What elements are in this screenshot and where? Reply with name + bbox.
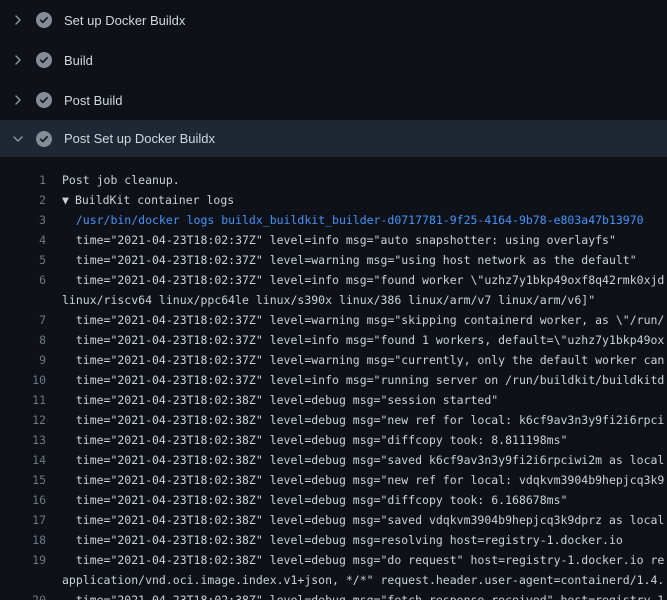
chevron-right-icon[interactable] [10,12,26,28]
steps-list: Set up Docker Buildx Build Post Build Po… [0,0,667,157]
log-line-number: 10 [0,370,46,390]
log-line: 15 time="2021-04-23T18:02:38Z" level=deb… [0,470,667,490]
log-line-wrap-continuation: application/vnd.oci.image.index.v1+json,… [0,570,667,590]
log-line-text: time="2021-04-23T18:02:38Z" level=debug … [62,490,567,510]
chevron-right-icon[interactable] [10,52,26,68]
log-line-number: 13 [0,430,46,450]
log-line-number: 2 [0,190,46,210]
log-line: 1 Post job cleanup. [0,170,667,190]
log-line-number: 8 [0,330,46,350]
log-line-text: time="2021-04-23T18:02:37Z" level=info m… [62,330,664,350]
group-expand-triangle-icon[interactable]: ▼ [62,190,69,210]
step-header-post-set-up-docker-buildx[interactable]: Post Set up Docker Buildx [0,120,667,157]
log-line-number: 14 [0,450,46,470]
log-viewer: 1 Post job cleanup. 2 ▼ BuildKit contain… [0,157,667,600]
step-label: Set up Docker Buildx [64,13,185,28]
log-line: 6 time="2021-04-23T18:02:37Z" level=info… [0,270,667,290]
log-line-text: time="2021-04-23T18:02:37Z" level=info m… [62,230,616,250]
log-line: 14 time="2021-04-23T18:02:38Z" level=deb… [0,450,667,470]
log-line-text: time="2021-04-23T18:02:38Z" level=debug … [62,410,664,430]
log-line-number: 5 [0,250,46,270]
log-line: 5 time="2021-04-23T18:02:37Z" level=warn… [0,250,667,270]
log-line-wrap-continuation: linux/riscv64 linux/ppc64le linux/s390x … [0,290,667,310]
log-line-text: time="2021-04-23T18:02:38Z" level=debug … [62,590,664,600]
log-line: 18 time="2021-04-23T18:02:38Z" level=deb… [0,530,667,550]
log-line-text: time="2021-04-23T18:02:37Z" level=warnin… [62,350,664,370]
log-line-number: 17 [0,510,46,530]
log-line-number [0,290,46,310]
log-line-number: 7 [0,310,46,330]
log-line: 7 time="2021-04-23T18:02:37Z" level=warn… [0,310,667,330]
log-line: 13 time="2021-04-23T18:02:38Z" level=deb… [0,430,667,450]
log-line: 4 time="2021-04-23T18:02:37Z" level=info… [0,230,667,250]
log-line: 16 time="2021-04-23T18:02:38Z" level=deb… [0,490,667,510]
log-line-number: 15 [0,470,46,490]
chevron-down-icon[interactable] [10,131,26,147]
log-line: 17 time="2021-04-23T18:02:38Z" level=deb… [0,510,667,530]
log-line-text: time="2021-04-23T18:02:38Z" level=debug … [62,550,664,570]
log-command-text: /usr/bin/docker logs buildx_buildkit_bui… [62,210,644,230]
log-line-text: time="2021-04-23T18:02:37Z" level=warnin… [62,310,664,330]
step-header-post-build[interactable]: Post Build [0,80,667,120]
log-line-text: time="2021-04-23T18:02:37Z" level=info m… [62,270,664,290]
step-label: Post Set up Docker Buildx [64,131,215,146]
log-line-number: 9 [0,350,46,370]
log-line-number: 6 [0,270,46,290]
step-label: Build [64,53,93,68]
log-group-header[interactable]: 2 ▼ BuildKit container logs [0,190,667,210]
log-line-text: time="2021-04-23T18:02:38Z" level=debug … [62,450,664,470]
check-circle-icon [36,131,52,147]
log-line-text: time="2021-04-23T18:02:38Z" level=debug … [62,530,623,550]
check-circle-icon [36,12,52,28]
log-line-number: 19 [0,550,46,570]
log-line-number: 18 [0,530,46,550]
log-group-title[interactable]: BuildKit container logs [75,190,234,210]
log-line-text: time="2021-04-23T18:02:38Z" level=debug … [62,470,664,490]
log-line-number: 11 [0,390,46,410]
log-line: 20 time="2021-04-23T18:02:38Z" level=deb… [0,590,667,600]
log-line-number [0,570,46,590]
log-line-number: 1 [0,170,46,190]
step-label: Post Build [64,93,123,108]
chevron-right-icon[interactable] [10,92,26,108]
step-header-build[interactable]: Build [0,40,667,80]
check-circle-icon [36,92,52,108]
log-line: 19 time="2021-04-23T18:02:38Z" level=deb… [0,550,667,570]
log-line: 8 time="2021-04-23T18:02:37Z" level=info… [0,330,667,350]
log-line-number: 16 [0,490,46,510]
log-line: 3 /usr/bin/docker logs buildx_buildkit_b… [0,210,667,230]
check-circle-icon [36,52,52,68]
log-line-text: Post job cleanup. [62,170,180,190]
log-line-text: application/vnd.oci.image.index.v1+json,… [62,570,664,590]
log-line: 12 time="2021-04-23T18:02:38Z" level=deb… [0,410,667,430]
log-line-text: time="2021-04-23T18:02:37Z" level=warnin… [62,250,637,270]
log-line: 11 time="2021-04-23T18:02:38Z" level=deb… [0,390,667,410]
log-line-number: 3 [0,210,46,230]
log-line-text: time="2021-04-23T18:02:37Z" level=info m… [62,370,664,390]
log-line: 9 time="2021-04-23T18:02:37Z" level=warn… [0,350,667,370]
step-header-set-up-docker-buildx[interactable]: Set up Docker Buildx [0,0,667,40]
log-line-number: 12 [0,410,46,430]
log-line-number: 20 [0,590,46,600]
log-line: 10 time="2021-04-23T18:02:37Z" level=inf… [0,370,667,390]
log-line-number: 4 [0,230,46,250]
log-line-text: time="2021-04-23T18:02:38Z" level=debug … [62,430,567,450]
log-line-text: time="2021-04-23T18:02:38Z" level=debug … [62,390,498,410]
log-line-text: linux/riscv64 linux/ppc64le linux/s390x … [62,290,595,310]
log-line-text: time="2021-04-23T18:02:38Z" level=debug … [62,510,664,530]
